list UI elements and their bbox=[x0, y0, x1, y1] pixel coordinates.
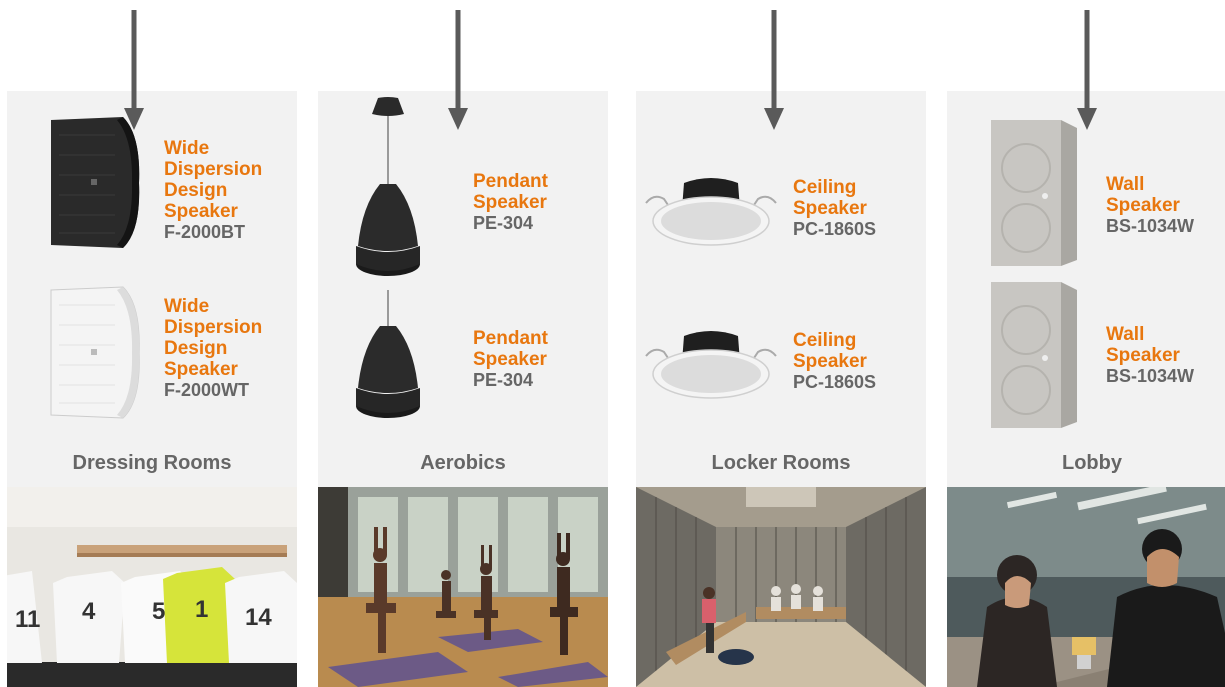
pendant-speaker-icon bbox=[350, 96, 426, 278]
aerobics-photo bbox=[318, 487, 608, 687]
product-name-line: Dispersion bbox=[164, 317, 263, 338]
product-name-line: Speaker bbox=[793, 198, 867, 219]
product-model: BS-1034W bbox=[1106, 366, 1195, 386]
jersey-number: 11 bbox=[15, 606, 40, 633]
product-model: PC-1860S bbox=[793, 219, 877, 239]
pendant-speaker-icon bbox=[350, 290, 426, 420]
jersey-number: 1 bbox=[195, 596, 208, 623]
product-name-line: Pendant bbox=[473, 328, 548, 349]
product-label: Ceiling Speaker PC-1860S bbox=[793, 330, 876, 393]
down-arrow-icon bbox=[764, 10, 784, 130]
jersey-number: 14 bbox=[245, 604, 272, 631]
product-name-line: Pendant bbox=[473, 171, 548, 192]
room-title: Dressing Rooms bbox=[72, 452, 232, 474]
product-name-line: Wall bbox=[1106, 324, 1145, 345]
product-model: F-2000BT bbox=[164, 222, 246, 242]
down-arrow-icon bbox=[1077, 10, 1097, 130]
column-dressing-rooms: Wide Dispersion Design Speaker F-2000BT … bbox=[7, 0, 297, 687]
product-name-line: Ceiling bbox=[793, 177, 857, 198]
room-title: Locker Rooms bbox=[711, 452, 851, 474]
product-name-line: Wide bbox=[164, 296, 210, 317]
product-model: BS-1034W bbox=[1106, 216, 1195, 236]
product-name-line: Wide bbox=[164, 138, 210, 159]
product-label: Wide Dispersion Design Speaker F-2000BT bbox=[164, 138, 262, 243]
product-model: PC-1860S bbox=[793, 372, 877, 392]
lobby-photo bbox=[947, 487, 1225, 687]
wall-speaker-white-icon bbox=[45, 285, 145, 420]
product-label: Ceiling Speaker PC-1860S bbox=[793, 177, 876, 240]
product-label: Wall Speaker BS-1034W bbox=[1106, 174, 1194, 237]
column-lobby: Wall Speaker BS-1034W Wall Speaker BS-10… bbox=[947, 0, 1225, 687]
locker-room-photo bbox=[636, 487, 926, 687]
dressing-room-photo: 11 4 5 1 14 bbox=[7, 487, 297, 687]
product-name-line: Design bbox=[164, 338, 228, 359]
product-name-line: Speaker bbox=[473, 349, 547, 370]
product-label: Pendant Speaker PE-304 bbox=[473, 328, 548, 391]
down-arrow-icon bbox=[448, 10, 468, 130]
product-name-line: Speaker bbox=[1106, 195, 1180, 216]
room-title: Aerobics bbox=[420, 452, 506, 474]
product-name-line: Speaker bbox=[1106, 345, 1180, 366]
down-arrow-icon bbox=[124, 10, 144, 130]
column-aerobics: Pendant Speaker PE-304 Pendant Speaker P… bbox=[318, 0, 608, 687]
column-locker-rooms: Ceiling Speaker PC-1860S Ceiling Speaker… bbox=[636, 0, 926, 687]
wall-speaker-black-icon bbox=[45, 115, 145, 250]
product-model: PE-304 bbox=[473, 370, 534, 390]
product-name-line: Speaker bbox=[164, 359, 238, 380]
product-name-line: Wall bbox=[1106, 174, 1145, 195]
product-name-line: Ceiling bbox=[793, 330, 857, 351]
product-name-line: Speaker bbox=[473, 192, 547, 213]
product-model: PE-304 bbox=[473, 213, 534, 233]
product-panel bbox=[636, 91, 926, 487]
product-label: Pendant Speaker PE-304 bbox=[473, 171, 548, 234]
product-name-line: Design bbox=[164, 180, 228, 201]
product-name-line: Speaker bbox=[793, 351, 867, 372]
product-name-line: Dispersion bbox=[164, 159, 263, 180]
ceiling-speaker-icon bbox=[644, 328, 778, 408]
jersey-number: 4 bbox=[82, 598, 96, 625]
product-name-line: Speaker bbox=[164, 201, 238, 222]
product-model: F-2000WT bbox=[164, 380, 250, 400]
room-title: Lobby bbox=[1062, 452, 1122, 474]
wall-speaker-gray-icon bbox=[989, 118, 1079, 268]
product-label: Wide Dispersion Design Speaker F-2000WT bbox=[164, 296, 262, 401]
wall-speaker-gray-icon bbox=[989, 280, 1079, 430]
jersey-number: 5 bbox=[152, 598, 165, 625]
ceiling-speaker-icon bbox=[644, 175, 778, 255]
product-label: Wall Speaker BS-1034W bbox=[1106, 324, 1194, 387]
